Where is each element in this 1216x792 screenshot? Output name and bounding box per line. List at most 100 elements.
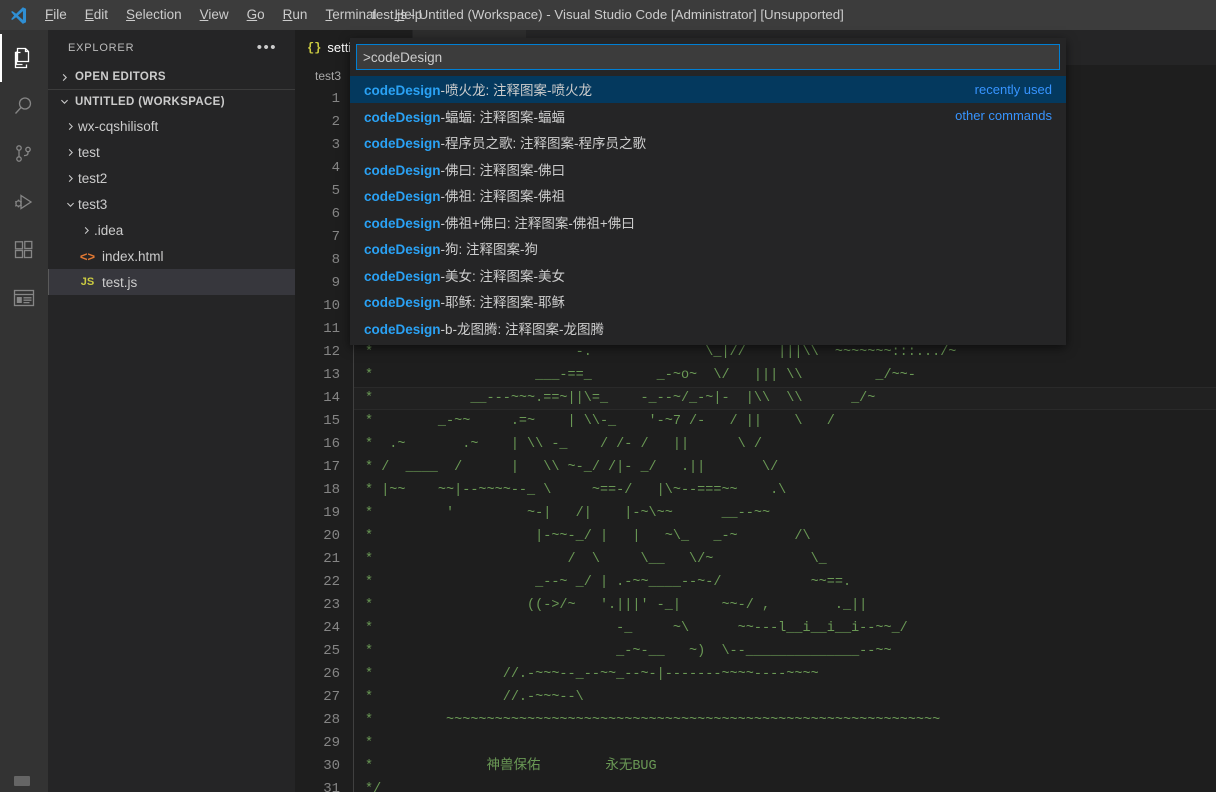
tree-row[interactable]: wx-cqshilisoft [48,113,295,139]
layout-panel-icon[interactable] [0,274,48,322]
command-match-prefix: codeDesign [364,295,441,310]
command-label: codeDesign-喷火龙: 注释图案-喷火龙 [364,79,592,99]
tree-row[interactable]: test2 [48,165,295,191]
command-match-prefix: codeDesign [364,163,441,178]
tree-row[interactable]: test [48,139,295,165]
command-match-prefix: codeDesign [364,83,441,98]
more-actions-icon[interactable]: ••• [257,43,289,53]
tree-row[interactable]: .idea [48,217,295,243]
tree-item-label: index.html [102,249,164,264]
sidebar-header: EXPLORER ••• [48,30,295,65]
code-line: * ' ~-| /| |-~\~~ __--~~ [353,502,1216,525]
code-line: * _-~~ .=~ | \\-_ '-~7 /- / || \ / [353,410,1216,433]
line-number: 3 [295,134,340,157]
code-line: * .~ .~ | \\ -_ / /- / || \ / [353,433,1216,456]
line-number: 18 [295,479,340,502]
command-palette-item[interactable]: codeDesign-狗: 注释图案-狗 [350,235,1066,262]
extensions-icon[interactable] [0,226,48,274]
line-number: 27 [295,686,340,709]
line-number: 26 [295,663,340,686]
code-line: * |-~~-_/ | | ~\_ _-~ /\ [353,525,1216,548]
menu-terminal[interactable]: Terminal [316,0,385,30]
code-line: * //.-~~~--_--~~_--~-|-------~~~~----~~~… [353,663,1216,686]
command-match-prefix: codeDesign [364,322,441,337]
command-palette-item[interactable]: codeDesign-美女: 注释图案-美女 [350,262,1066,289]
code-line: * / ____ / | \\ ~-_/ /|- _/ .|| \/ [353,456,1216,479]
menu-selection[interactable]: Selection [117,0,191,30]
menu-run[interactable]: Run [274,0,317,30]
command-match-prefix: codeDesign [364,242,441,257]
code-line: * //.-~~~--\ [353,686,1216,709]
line-number: 1 [295,88,340,111]
sidebar-title-label: EXPLORER [68,42,134,54]
command-rest: -喷火龙: 注释图案-喷火龙 [441,83,593,98]
line-number: 30 [295,755,340,778]
command-match-prefix: codeDesign [364,136,441,151]
line-number: 10 [295,295,340,318]
search-icon[interactable] [0,82,48,130]
command-palette-input[interactable] [356,44,1060,70]
command-palette-item[interactable]: codeDesign-佛祖: 注释图案-佛祖 [350,182,1066,209]
tree-item-label: test [78,145,100,160]
command-palette-item[interactable]: codeDesign-佛祖+佛曰: 注释图案-佛祖+佛曰 [350,209,1066,236]
code-line: * ~~~~~~~~~~~~~~~~~~~~~~~~~~~~~~~~~~~~~~… [353,709,1216,732]
menu-help[interactable]: Help [385,0,431,30]
line-number: 4 [295,157,340,180]
line-number: 22 [295,571,340,594]
command-label: codeDesign-佛祖: 注释图案-佛祖 [364,185,565,205]
line-number: 11 [295,318,340,341]
tree-row[interactable]: test3 [48,191,295,217]
line-number: 5 [295,180,340,203]
command-rest: -蝠蝠: 注释图案-蝠蝠 [441,110,566,125]
code-line: * 神兽保佑 永无BUG [353,755,1216,778]
section-untitled-workspace[interactable]: UNTITLED (WORKSPACE) [48,89,295,113]
section-open-editors[interactable]: OPEN EDITORS [48,65,295,89]
source-control-icon[interactable] [0,130,48,178]
line-number: 31 [295,778,340,792]
line-number: 9 [295,272,340,295]
command-palette-item[interactable]: codeDesign-蝠蝠: 注释图案-蝠蝠 other commands [350,103,1066,130]
command-palette[interactable]: codeDesign-喷火龙: 注释图案-喷火龙recently usedcod… [350,38,1066,345]
tree-row[interactable]: JS test.js [48,269,295,295]
overview-ruler[interactable] [1202,87,1216,792]
code-line: * _--~ _/ | .-~~____--~-/ ~~==. [353,571,1216,594]
tree-item-label: wx-cqshilisoft [78,119,158,134]
command-rest: -佛祖: 注释图案-佛祖 [441,189,566,204]
code-line: * _-~-__ ~) \--______________--~~ [353,640,1216,663]
command-group-label: other commands [943,108,1052,123]
command-palette-input-row [350,38,1066,76]
tree-row[interactable]: <> index.html [48,243,295,269]
menu-view[interactable]: View [191,0,238,30]
tree-item-label: test.js [102,275,137,290]
command-rest: -佛曰: 注释图案-佛曰 [441,163,566,178]
command-group-label: recently used [963,82,1052,97]
chevron-right-icon [78,222,94,238]
command-rest: -佛祖+佛曰: 注释图案-佛祖+佛曰 [441,216,635,231]
command-palette-item[interactable]: codeDesign-佛曰: 注释图案-佛曰 [350,156,1066,183]
tree-item-label: test2 [78,171,107,186]
line-number: 15 [295,410,340,433]
menu-bar: File Edit Selection View Go Run Terminal… [36,0,431,30]
chevron-right-icon [62,144,78,160]
command-palette-item[interactable]: codeDesign-b-龙图腾: 注释图案-龙图腾 [350,315,1066,342]
menu-file[interactable]: File [36,0,76,30]
command-palette-item[interactable]: codeDesign-喷火龙: 注释图案-喷火龙 recently used [350,76,1066,103]
run-and-debug-icon[interactable] [0,178,48,226]
line-number: 13 [295,364,340,387]
command-palette-item[interactable]: codeDesign-耶稣: 注释图案-耶稣 [350,288,1066,315]
menu-edit[interactable]: Edit [76,0,117,30]
line-number: 19 [295,502,340,525]
command-match-prefix: codeDesign [364,216,441,231]
section-label: OPEN EDITORS [75,71,166,83]
menu-go[interactable]: Go [238,0,274,30]
command-label: codeDesign-蝠蝠: 注释图案-蝠蝠 [364,106,565,126]
command-label: codeDesign-美女: 注释图案-美女 [364,265,565,285]
code-line: * |~~ ~~|--~~~~--_ \ ~==-/ |\~--===~~ .\ [353,479,1216,502]
command-palette-item[interactable]: codeDesign-程序员之歌: 注释图案-程序员之歌 [350,129,1066,156]
explorer-sidebar: EXPLORER ••• OPEN EDITORS UNTITLED (WORK… [48,30,295,792]
explorer-icon[interactable] [0,34,48,82]
chevron-right-icon [62,118,78,134]
vscode-logo-icon [0,0,36,30]
breadcrumb-item: test3 [315,69,341,83]
line-number: 2 [295,111,340,134]
